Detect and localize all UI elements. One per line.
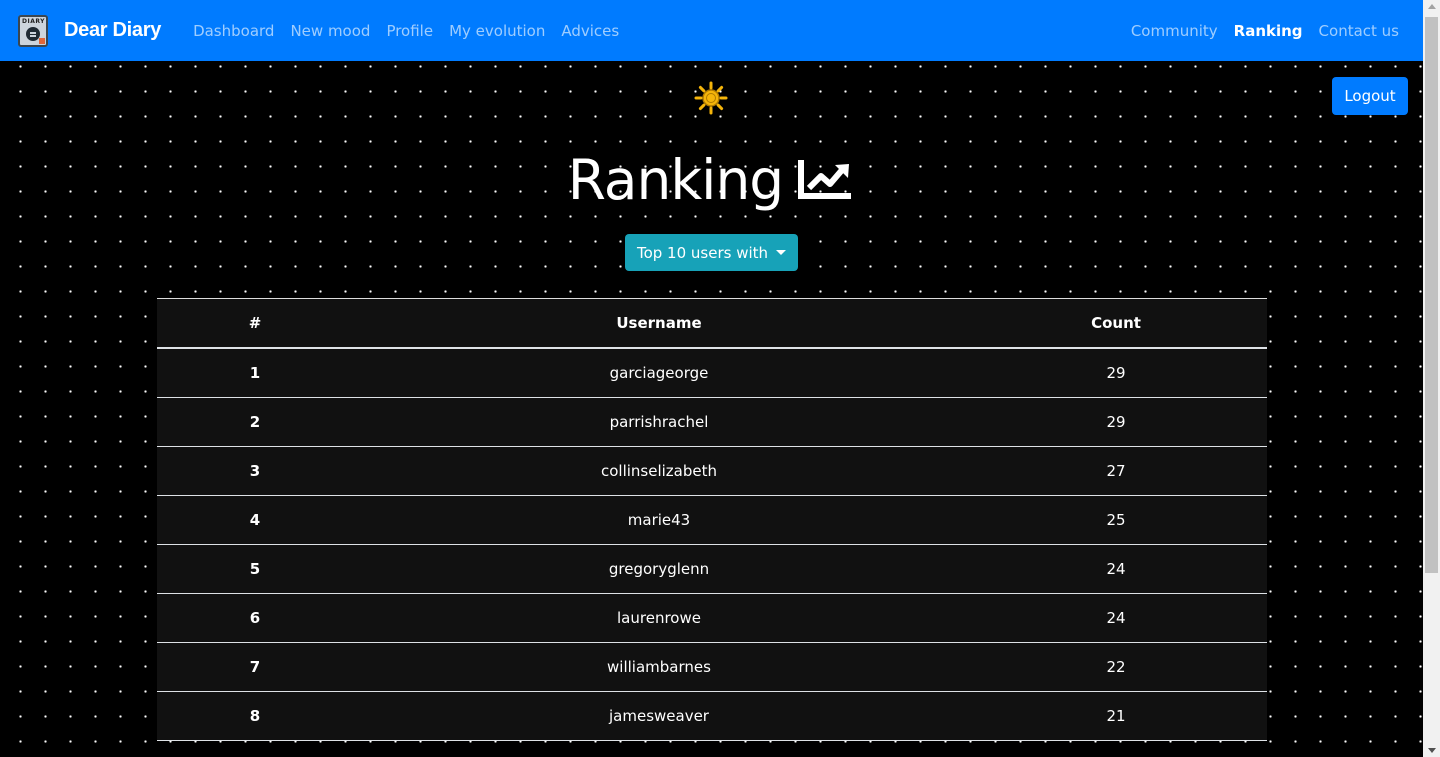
nav-profile[interactable]: Profile: [378, 22, 441, 40]
rank-cell: 8: [249, 707, 261, 725]
rank-cell: 4: [249, 511, 261, 529]
table-row: 1 garciageorge 29: [157, 349, 1267, 398]
rank-cell: 6: [249, 609, 261, 627]
ranking-table: # Username Count 1 garciageorge 29 2 par…: [157, 298, 1267, 741]
scroll-down-arrow-icon[interactable]: [1428, 748, 1436, 753]
navbar: DIARY Dear Diary Dashboard New mood Prof…: [0, 0, 1423, 61]
rank-cell: 3: [249, 462, 261, 480]
nav-right: Community Ranking Contact us: [1123, 22, 1407, 40]
username-cell: parrishrachel: [609, 413, 709, 431]
count-cell: 24: [1106, 609, 1126, 627]
count-cell: 29: [1106, 364, 1126, 382]
rank-cell: 1: [249, 364, 261, 382]
nav-ranking[interactable]: Ranking: [1226, 22, 1311, 40]
top-users-dropdown[interactable]: Top 10 users with: [625, 234, 798, 271]
count-cell: 27: [1106, 462, 1126, 480]
table-row: 8 jamesweaver 21: [157, 692, 1267, 741]
username-cell: garciageorge: [609, 364, 709, 382]
rank-cell: 5: [249, 560, 261, 578]
nav-my-evolution[interactable]: My evolution: [441, 22, 553, 40]
table-row: 6 laurenrowe 24: [157, 594, 1267, 643]
logout-button[interactable]: Logout: [1332, 77, 1408, 115]
page-title: Ranking: [567, 148, 784, 212]
username-cell: jamesweaver: [609, 707, 709, 725]
header-rank: #: [248, 314, 262, 332]
brand-link[interactable]: DIARY Dear Diary: [18, 14, 162, 47]
table-row: 3 collinselizabeth 27: [157, 447, 1267, 496]
rank-cell: 7: [249, 658, 261, 676]
sun-icon[interactable]: [694, 81, 728, 115]
nav-advices[interactable]: Advices: [553, 22, 627, 40]
count-cell: 29: [1106, 413, 1126, 431]
logo-label: DIARY: [22, 17, 45, 25]
page-title-wrap: Ranking: [0, 148, 1423, 212]
username-cell: laurenrowe: [617, 609, 701, 627]
brand-name: Dear Diary: [64, 19, 162, 41]
count-cell: 22: [1106, 658, 1126, 676]
scroll-up-arrow-icon[interactable]: [1428, 4, 1436, 9]
username-cell: gregoryglenn: [608, 560, 710, 578]
count-cell: 24: [1106, 560, 1126, 578]
header-count: Count: [1091, 314, 1141, 332]
chart-line-icon: [798, 160, 852, 199]
rank-cell: 2: [249, 413, 261, 431]
table-row: 4 marie43 25: [157, 496, 1267, 545]
nav-dashboard[interactable]: Dashboard: [185, 22, 282, 40]
vertical-scrollbar[interactable]: [1423, 0, 1440, 757]
table-header-row: # Username Count: [157, 299, 1267, 349]
table-row: 7 williambarnes 22: [157, 643, 1267, 692]
scrollbar-thumb[interactable]: [1425, 17, 1438, 573]
username-cell: williambarnes: [607, 658, 711, 676]
table-row: 5 gregoryglenn 24: [157, 545, 1267, 594]
nav-left: Dashboard New mood Profile My evolution …: [185, 22, 627, 40]
nav-community[interactable]: Community: [1123, 22, 1226, 40]
username-cell: collinselizabeth: [600, 462, 717, 480]
diary-logo-icon: DIARY: [18, 14, 48, 47]
caret-down-icon: [776, 250, 787, 255]
header-username: Username: [616, 314, 702, 332]
username-cell: marie43: [627, 511, 691, 529]
count-cell: 21: [1106, 707, 1126, 725]
count-cell: 25: [1106, 511, 1126, 529]
nav-contact-us[interactable]: Contact us: [1311, 22, 1407, 40]
dropdown-label: Top 10 users with: [636, 243, 769, 262]
nav-new-mood[interactable]: New mood: [282, 22, 378, 40]
table-row: 2 parrishrachel 29: [157, 398, 1267, 447]
